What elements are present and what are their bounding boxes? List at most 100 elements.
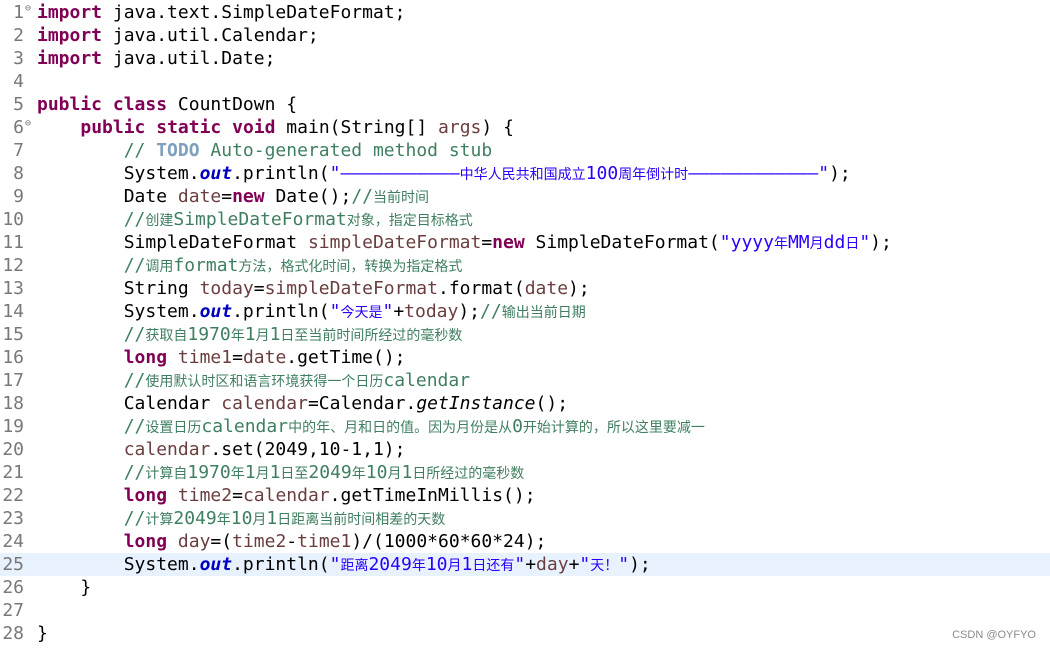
- code-line[interactable]: 23 //计算2049年10月1日距离当前时间相差的天数: [0, 507, 1050, 530]
- line-number: 4: [13, 71, 24, 92]
- code-token: }: [37, 577, 92, 598]
- code-token: java.util.Date;: [102, 48, 276, 69]
- code-line[interactable]: 7 // TODO Auto-generated method stub: [0, 139, 1050, 162]
- code-line[interactable]: 27: [0, 599, 1050, 622]
- code-line[interactable]: 5 public class CountDown {: [0, 93, 1050, 116]
- code-token: import: [37, 2, 103, 23]
- code-token: new: [232, 186, 265, 207]
- code-line[interactable]: 26 }: [0, 576, 1050, 599]
- line-number: 10: [2, 209, 24, 230]
- code-line[interactable]: 6 ⊖ public static void main(String[] args…: [0, 116, 1050, 139]
- code-line[interactable]: 11 SimpleDateFormat simpleDateFormat=new…: [0, 231, 1050, 254]
- code-text: SimpleDateFormat simpleDateFormat=new Si…: [37, 231, 892, 256]
- code-token: //: [37, 140, 157, 161]
- code-line[interactable]: 13 String today=simpleDateFormat.format(…: [0, 277, 1050, 300]
- code-token: 年: [773, 236, 788, 252]
- code-line[interactable]: 22 long time2=calendar.getTimeInMillis()…: [0, 484, 1050, 507]
- code-token: long: [123, 347, 168, 368]
- code-token: public: [80, 117, 146, 138]
- code-token: 10: [425, 554, 448, 575]
- code-line[interactable]: 12 //调用format方法，格式化时间，转换为指定格式: [0, 254, 1050, 277]
- code-line[interactable]: 15 //获取自1970年1月1日至当前时间所经过的毫秒数: [0, 323, 1050, 346]
- code-token: //: [37, 508, 146, 529]
- code-line[interactable]: 24 long day=(time2-time1)/(1000*60*60*24…: [0, 530, 1050, 553]
- line-number: 9: [13, 186, 24, 207]
- line-number: 14: [2, 301, 24, 322]
- code-token: 1: [401, 462, 413, 483]
- code-token: 中的年、月和日的值。因为月份是从: [288, 420, 513, 436]
- code-token: SimpleDateFormat: [173, 209, 347, 230]
- code-text: //调用format方法，格式化时间，转换为指定格式: [37, 254, 463, 279]
- code-token: 年: [230, 466, 245, 482]
- code-line[interactable]: 1 ⊖ import java.text.SimpleDateFormat;: [0, 1, 1050, 24]
- fold-toggle-icon[interactable]: ⊖: [25, 116, 34, 132]
- code-line[interactable]: 21 //计算自1970年1月1日至2049年10月1日所经过的毫秒数: [0, 461, 1050, 484]
- code-token: //: [480, 301, 502, 322]
- code-editor[interactable]: 1 ⊖ import java.text.SimpleDateFormat; 2 imp…: [0, 0, 1050, 649]
- code-token: ": [579, 554, 591, 575]
- code-token: args: [438, 117, 482, 138]
- line-number: 13: [2, 278, 24, 299]
- line-number: 8: [13, 163, 24, 184]
- code-text: //计算自1970年1月1日至2049年10月1日所经过的毫秒数: [37, 461, 525, 486]
- code-line[interactable]: 20 calendar.set(2049,10-1,1);: [0, 438, 1050, 461]
- code-token: TODO: [156, 140, 200, 161]
- code-line[interactable]: 28}: [0, 622, 1050, 645]
- fold-toggle-icon[interactable]: ⊖: [25, 1, 34, 17]
- code-line[interactable]: 9 Date date=new Date();//当前时间: [0, 185, 1050, 208]
- code-line[interactable]: 18 Calendar calendar=Calendar.getInstanc…: [0, 392, 1050, 415]
- code-token: main(String[]: [275, 117, 439, 138]
- code-token: )/(1000*60*60*24);: [351, 531, 547, 552]
- code-token: //: [37, 462, 146, 483]
- code-token: 月: [809, 236, 824, 252]
- code-token: 1: [244, 324, 256, 345]
- code-line[interactable]: 16 long time1=date.getTime();: [0, 346, 1050, 369]
- code-token: .println(: [232, 163, 330, 184]
- line-number: 25: [2, 554, 24, 575]
- code-token: 年: [411, 558, 426, 574]
- code-line[interactable]: 17 //使用默认时区和语言环境获得一个日历calendar: [0, 369, 1050, 392]
- line-number: 23: [2, 508, 24, 529]
- code-token: format: [173, 255, 239, 276]
- code-token: new: [492, 232, 525, 253]
- code-line[interactable]: 3 import java.util.Date;: [0, 47, 1050, 70]
- code-text: //设置日历calendar中的年、月和日的值。因为月份是从0开始计算的，所以这…: [37, 415, 705, 440]
- code-token: today: [404, 301, 459, 322]
- code-text: //创建SimpleDateFormat对象，指定目标格式: [37, 208, 473, 233]
- code-token: 1: [244, 462, 256, 483]
- code-token: .format(: [437, 278, 525, 299]
- code-token: 日所经过的毫秒数: [412, 466, 525, 482]
- code-text: import java.util.Calendar;: [37, 24, 319, 47]
- code-line[interactable]: 19 //设置日历calendar中的年、月和日的值。因为月份是从0开始计算的，…: [0, 415, 1050, 438]
- code-token: //: [37, 324, 146, 345]
- code-token: 周年倒计时: [618, 167, 689, 183]
- watermark: CSDN @OYFYO: [952, 629, 1036, 641]
- code-token: 计算自: [145, 466, 188, 482]
- code-line[interactable]: 4: [0, 70, 1050, 93]
- code-text: calendar.set(2049,10-1,1);: [37, 438, 406, 461]
- line-number: 17: [2, 370, 24, 391]
- code-token: =: [481, 232, 493, 253]
- code-line[interactable]: 8 System.out.println("———————————中华人民共和国…: [0, 162, 1050, 185]
- code-token: 2049: [308, 462, 352, 483]
- code-token: ": [859, 232, 871, 253]
- code-token: date: [177, 186, 222, 207]
- code-line[interactable]: 2 import java.util.Calendar;: [0, 24, 1050, 47]
- code-token: String: [37, 278, 200, 299]
- code-token: ": [618, 554, 630, 575]
- code-token: }: [37, 623, 48, 644]
- code-line[interactable]: 14 System.out.println("今天是"+today);//输出当…: [0, 300, 1050, 323]
- code-token: out: [199, 301, 233, 322]
- code-line[interactable]: 10 //创建SimpleDateFormat对象，指定目标格式: [0, 208, 1050, 231]
- code-line[interactable]: 25 System.out.println("距离2049年10月1日还有"+d…: [0, 553, 1050, 576]
- code-token: time2: [177, 485, 233, 506]
- code-token: =: [232, 485, 243, 506]
- line-number: 7: [13, 140, 24, 161]
- code-token: static: [156, 117, 222, 138]
- line-number: 28: [2, 623, 24, 644]
